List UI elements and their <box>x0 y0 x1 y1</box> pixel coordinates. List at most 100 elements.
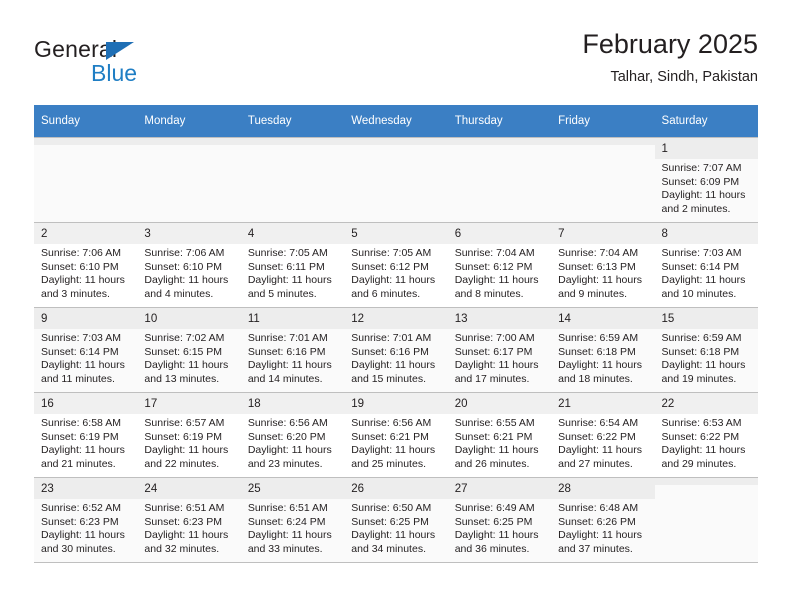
calendar-day-cell[interactable]: 9 Sunrise: 7:03 AM Sunset: 6:14 PM Daylight… <box>34 307 138 393</box>
sunset-text: Sunset: 6:10 PM <box>41 260 119 273</box>
calendar-day-cell[interactable]: 6 Sunrise: 7:04 AM Sunset: 6:12 PM Daylight… <box>447 222 552 308</box>
day-number: 10 <box>137 308 241 329</box>
sunset-text: Sunset: 6:26 PM <box>558 515 636 528</box>
calendar-cell-inner <box>137 138 241 222</box>
sunrise-text: Sunrise: 7:01 AM <box>247 332 328 344</box>
calendar-day-cell[interactable]: 20 Sunrise: 6:55 AM Sunset: 6:21 PM Dayligh… <box>447 392 552 478</box>
calendar-cell-inner: 13 Sunrise: 7:00 AM Sunset: 6:17 PM Dayligh… <box>447 308 552 392</box>
sunset-text: Sunset: 6:18 PM <box>558 345 636 358</box>
day-details: Sunrise: 7:02 AM Sunset: 6:15 PM Daylight:… <box>137 329 240 386</box>
calendar-day-cell[interactable]: 21 Sunrise: 6:54 AM Sunset: 6:22 PM Dayligh… <box>551 392 655 478</box>
sunrise-text: Sunrise: 7:06 AM <box>41 247 121 259</box>
calendar-day-cell[interactable]: 10 Sunrise: 7:02 AM Sunset: 6:15 PM Dayligh… <box>137 307 241 393</box>
calendar-day-cell[interactable]: 1 Sunrise: 7:07 AM Sunset: 6:09 PM Daylight… <box>654 137 758 223</box>
calendar-day-cell[interactable]: 11 Sunrise: 7:01 AM Sunset: 6:16 PM Dayligh… <box>240 307 345 393</box>
calendar-day-cell[interactable]: 8 Sunrise: 7:03 AM Sunset: 6:14 PM Daylight… <box>654 222 758 308</box>
daylight-text: Daylight: 11 hours and 30 minutes. <box>41 529 125 555</box>
calendar-cell-inner: 27 Sunrise: 6:49 AM Sunset: 6:25 PM Dayligh… <box>447 478 552 562</box>
calendar-grid: Sunday Monday Tuesday Wednesday Thursday… <box>34 105 758 563</box>
calendar-day-cell[interactable]: 13 Sunrise: 7:00 AM Sunset: 6:17 PM Dayligh… <box>447 307 552 393</box>
sunrise-text: Sunrise: 7:06 AM <box>144 247 225 259</box>
day-number: 5 <box>344 223 448 244</box>
calendar-day-cell[interactable]: 5 Sunrise: 7:05 AM Sunset: 6:12 PM Daylight… <box>344 222 448 308</box>
calendar-week-row: 16 Sunrise: 6:58 AM Sunset: 6:19 PM Dayligh… <box>34 392 758 478</box>
daylight-text: Daylight: 11 hours and 19 minutes. <box>661 359 746 385</box>
calendar-day-cell[interactable]: 12 Sunrise: 7:01 AM Sunset: 6:16 PM Dayligh… <box>344 307 448 393</box>
weekday-header-saturday: Saturday <box>654 105 758 138</box>
day-number <box>137 138 241 145</box>
sunrise-text: Sunrise: 6:53 AM <box>661 417 742 429</box>
calendar-cell-empty <box>34 137 138 223</box>
day-number: 6 <box>447 223 552 244</box>
day-details: Sunrise: 6:49 AM Sunset: 6:25 PM Daylight:… <box>448 499 551 556</box>
sunrise-text: Sunrise: 7:04 AM <box>454 247 535 259</box>
day-number: 12 <box>344 308 448 329</box>
day-number: 28 <box>551 478 655 499</box>
day-number: 8 <box>654 223 758 244</box>
calendar-day-cell[interactable]: 4 Sunrise: 7:05 AM Sunset: 6:11 PM Daylight… <box>240 222 345 308</box>
calendar-cell-inner: 16 Sunrise: 6:58 AM Sunset: 6:19 PM Dayligh… <box>34 393 138 477</box>
calendar-day-cell[interactable]: 17 Sunrise: 6:57 AM Sunset: 6:19 PM Dayligh… <box>137 392 241 478</box>
day-number <box>240 138 345 145</box>
calendar-day-cell[interactable]: 2 Sunrise: 7:06 AM Sunset: 6:10 PM Daylight… <box>34 222 138 308</box>
weekday-header-friday: Friday <box>551 105 655 138</box>
calendar-day-cell[interactable]: 15 Sunrise: 6:59 AM Sunset: 6:18 PM Dayligh… <box>654 307 758 393</box>
calendar-day-cell[interactable]: 3 Sunrise: 7:06 AM Sunset: 6:10 PM Daylight… <box>137 222 241 308</box>
sunrise-text: Sunrise: 7:05 AM <box>247 247 328 259</box>
calendar-day-cell[interactable]: 14 Sunrise: 6:59 AM Sunset: 6:18 PM Dayligh… <box>551 307 655 393</box>
day-number: 4 <box>240 223 345 244</box>
day-details: Sunrise: 6:51 AM Sunset: 6:23 PM Daylight:… <box>137 499 240 556</box>
day-details: Sunrise: 7:01 AM Sunset: 6:16 PM Daylight:… <box>344 329 447 386</box>
calendar-cell-inner <box>551 138 655 222</box>
sunset-text: Sunset: 6:19 PM <box>41 430 119 443</box>
calendar-cell-inner: 6 Sunrise: 7:04 AM Sunset: 6:12 PM Daylight… <box>447 223 552 307</box>
day-number: 13 <box>447 308 552 329</box>
calendar-day-cell[interactable]: 18 Sunrise: 6:56 AM Sunset: 6:20 PM Dayligh… <box>240 392 345 478</box>
day-number: 19 <box>344 393 448 414</box>
calendar-body: 1 Sunrise: 7:07 AM Sunset: 6:09 PM Daylight… <box>34 137 758 563</box>
calendar-cell-inner <box>240 138 345 222</box>
calendar-cell-inner: 11 Sunrise: 7:01 AM Sunset: 6:16 PM Dayligh… <box>240 308 345 392</box>
daylight-text: Daylight: 11 hours and 18 minutes. <box>558 359 642 385</box>
calendar-day-cell[interactable]: 24 Sunrise: 6:51 AM Sunset: 6:23 PM Dayligh… <box>137 477 241 563</box>
day-number: 16 <box>34 393 138 414</box>
calendar-cell-empty <box>654 477 758 563</box>
calendar-week-row: 1 Sunrise: 7:07 AM Sunset: 6:09 PM Daylight… <box>34 137 758 223</box>
sunset-text: Sunset: 6:09 PM <box>661 175 740 188</box>
day-number: 2 <box>34 223 138 244</box>
calendar-day-cell[interactable]: 23 Sunrise: 6:52 AM Sunset: 6:23 PM Dayligh… <box>34 477 138 563</box>
daylight-text: Daylight: 11 hours and 8 minutes. <box>454 274 539 300</box>
calendar-cell-inner: 21 Sunrise: 6:54 AM Sunset: 6:22 PM Dayligh… <box>551 393 655 477</box>
calendar-day-cell[interactable]: 16 Sunrise: 6:58 AM Sunset: 6:19 PM Dayligh… <box>34 392 138 478</box>
day-number: 17 <box>137 393 241 414</box>
calendar-day-cell[interactable]: 22 Sunrise: 6:53 AM Sunset: 6:22 PM Dayligh… <box>654 392 758 478</box>
calendar-day-cell[interactable]: 25 Sunrise: 6:51 AM Sunset: 6:24 PM Dayligh… <box>240 477 345 563</box>
day-details: Sunrise: 7:04 AM Sunset: 6:13 PM Daylight:… <box>551 244 654 301</box>
daylight-text: Daylight: 11 hours and 14 minutes. <box>247 359 332 385</box>
page-subtitle: Talhar, Sindh, Pakistan <box>610 69 758 85</box>
calendar-day-cell[interactable]: 26 Sunrise: 6:50 AM Sunset: 6:25 PM Dayligh… <box>344 477 448 563</box>
daylight-text: Daylight: 11 hours and 15 minutes. <box>351 359 436 385</box>
calendar-day-cell[interactable]: 19 Sunrise: 6:56 AM Sunset: 6:21 PM Dayligh… <box>344 392 448 478</box>
calendar-day-cell[interactable]: 28 Sunrise: 6:48 AM Sunset: 6:26 PM Dayligh… <box>551 477 655 563</box>
daylight-text: Daylight: 11 hours and 9 minutes. <box>558 274 642 300</box>
calendar-day-cell[interactable]: 7 Sunrise: 7:04 AM Sunset: 6:13 PM Daylight… <box>551 222 655 308</box>
sunset-text: Sunset: 6:10 PM <box>144 260 223 273</box>
day-details: Sunrise: 6:50 AM Sunset: 6:25 PM Daylight:… <box>344 499 447 556</box>
daylight-text: Daylight: 11 hours and 23 minutes. <box>247 444 332 470</box>
daylight-text: Daylight: 11 hours and 10 minutes. <box>661 274 746 300</box>
day-number: 7 <box>551 223 655 244</box>
day-number: 1 <box>654 138 758 159</box>
sunrise-text: Sunrise: 6:50 AM <box>351 502 432 514</box>
sunset-text: Sunset: 6:14 PM <box>661 260 740 273</box>
day-number: 26 <box>344 478 448 499</box>
daylight-text: Daylight: 11 hours and 34 minutes. <box>351 529 436 555</box>
brand-logo[interactable]: General Blue <box>34 36 214 92</box>
calendar-cell-empty <box>137 137 241 223</box>
sunset-text: Sunset: 6:23 PM <box>144 515 223 528</box>
day-number: 24 <box>137 478 241 499</box>
day-details: Sunrise: 7:03 AM Sunset: 6:14 PM Daylight:… <box>34 329 137 386</box>
sunrise-text: Sunrise: 6:54 AM <box>558 417 639 429</box>
calendar-day-cell[interactable]: 27 Sunrise: 6:49 AM Sunset: 6:25 PM Dayligh… <box>447 477 552 563</box>
sunrise-text: Sunrise: 7:02 AM <box>144 332 225 344</box>
